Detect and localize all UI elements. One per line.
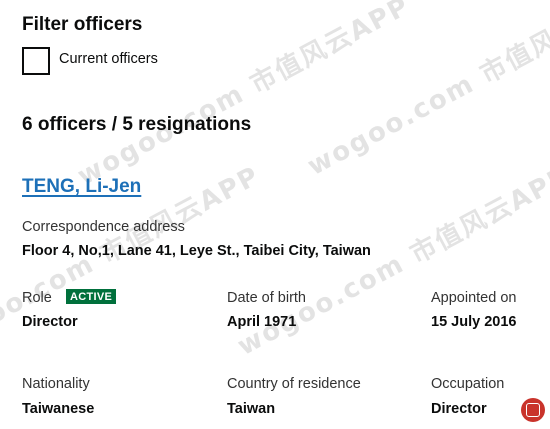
filter-heading: Filter officers bbox=[22, 14, 143, 35]
role-label: Role bbox=[22, 290, 52, 306]
date-of-birth-label: Date of birth bbox=[227, 290, 306, 306]
seal-logo-icon bbox=[521, 398, 545, 422]
officers-page: wogoo.com 市值风云APP wogoo.com 市值风云APP wogo… bbox=[0, 0, 550, 429]
nationality-label: Nationality bbox=[22, 376, 90, 392]
current-officers-filter[interactable]: Current officers bbox=[22, 47, 158, 75]
appointed-on-label: Appointed on bbox=[431, 290, 517, 306]
seal-inner-mark bbox=[526, 403, 540, 417]
current-officers-checkbox[interactable] bbox=[22, 47, 50, 75]
correspondence-address-label: Correspondence address bbox=[22, 219, 185, 235]
nationality-value: Taiwanese bbox=[22, 401, 95, 417]
correspondence-address-value: Floor 4, No,1, Lane 41, Leye St., Taibei… bbox=[22, 243, 371, 259]
occupation-label: Occupation bbox=[431, 376, 505, 392]
watermark: wogoo.com 市值风云APP bbox=[302, 0, 550, 182]
country-of-residence-label: Country of residence bbox=[227, 376, 361, 392]
appointed-on-value: 15 July 2016 bbox=[431, 314, 517, 330]
role-value: Director bbox=[22, 314, 78, 330]
status-badge: ACTIVE bbox=[66, 289, 117, 304]
officer-name-link[interactable]: TENG, Li-Jen bbox=[22, 176, 141, 198]
occupation-value: Director bbox=[431, 401, 487, 417]
country-of-residence-value: Taiwan bbox=[227, 401, 276, 417]
current-officers-label[interactable]: Current officers bbox=[59, 50, 158, 68]
date-of-birth-value: April 1971 bbox=[227, 314, 297, 330]
officers-count-heading: 6 officers / 5 resignations bbox=[22, 114, 252, 135]
